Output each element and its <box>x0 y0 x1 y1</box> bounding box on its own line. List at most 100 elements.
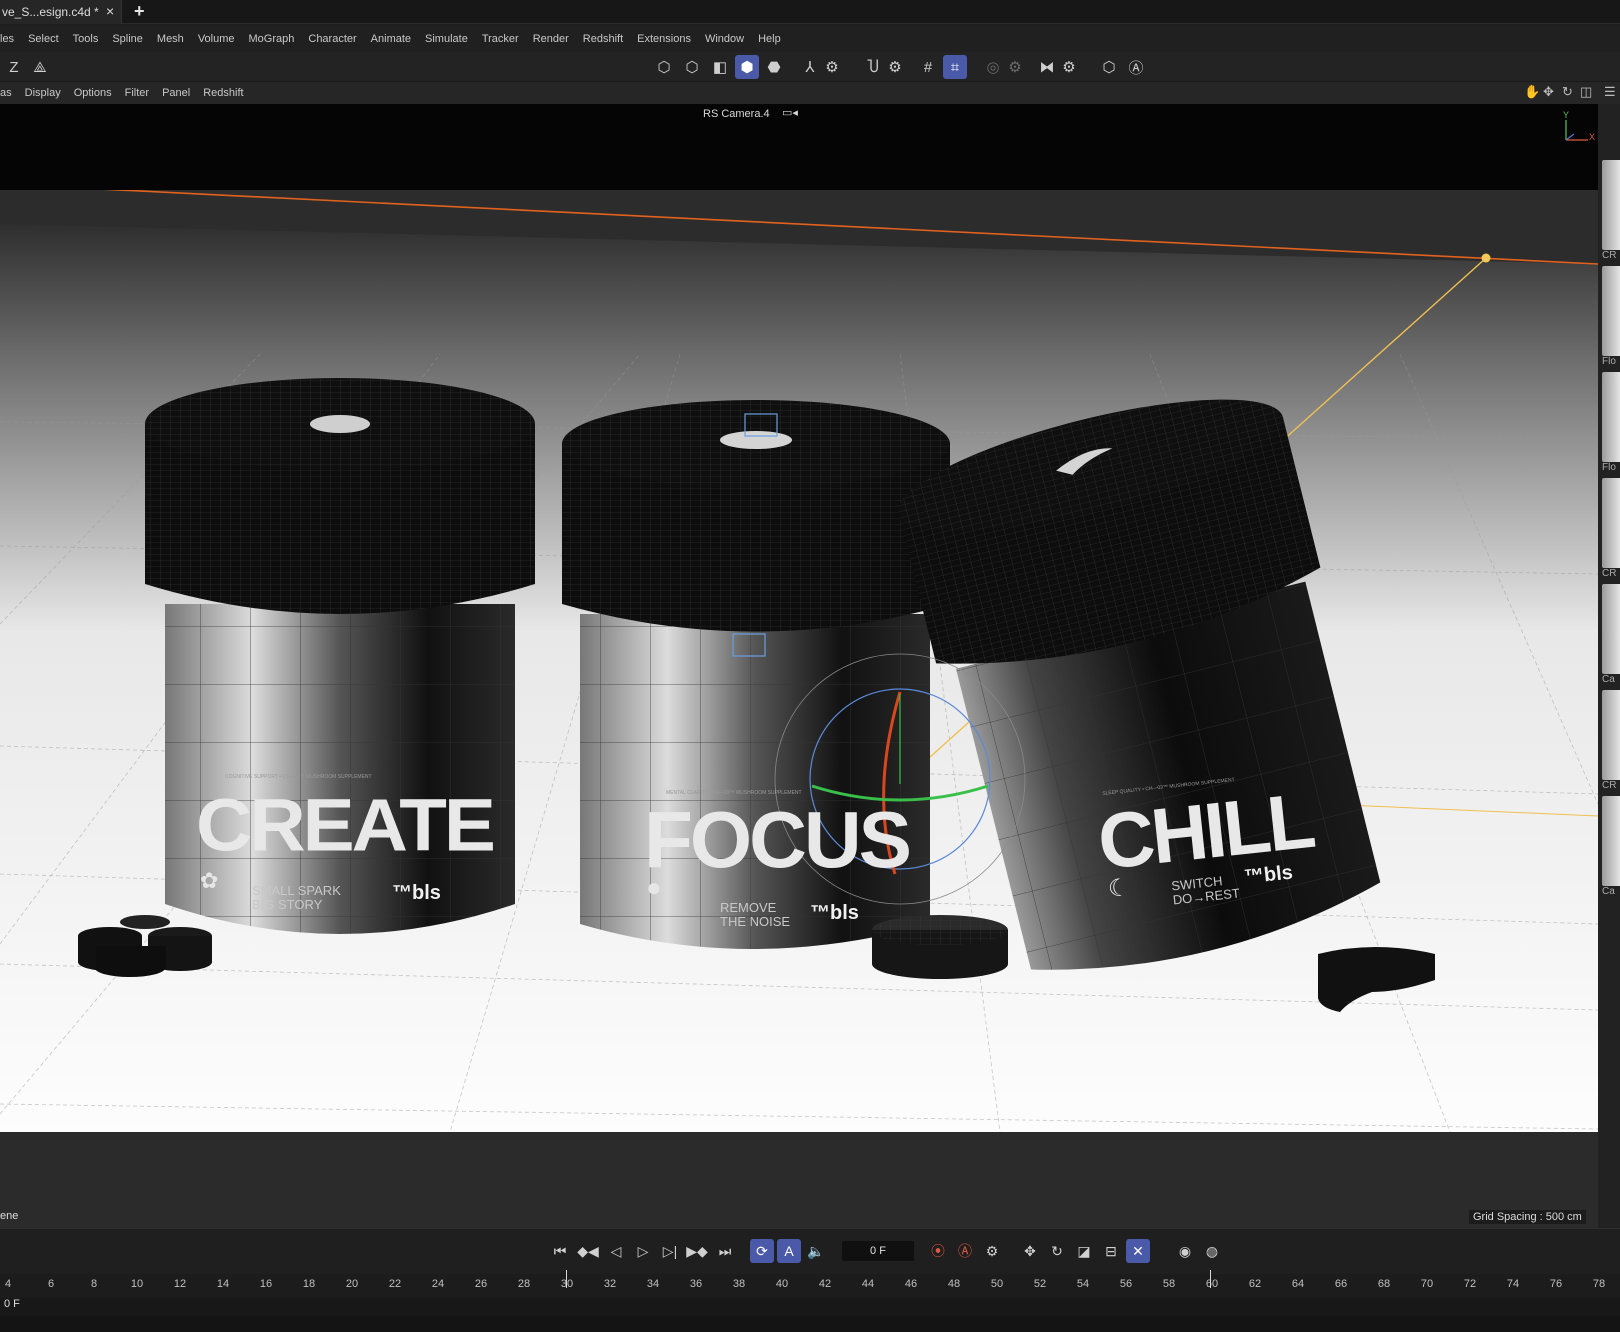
ruler-tick: 64 <box>1291 1278 1305 1290</box>
menu-simulate[interactable]: Simulate <box>425 33 468 45</box>
key-scale-icon[interactable]: ◪ <box>1072 1239 1096 1263</box>
axis-mode-icon[interactable]: ⅄ <box>798 55 822 79</box>
material-label: Ca <box>1602 674 1615 685</box>
menu-redshift[interactable]: Redshift <box>583 33 623 45</box>
scene-label: ene <box>0 1210 19 1222</box>
record-icon[interactable]: ⦿ <box>926 1239 950 1263</box>
autokey-icon[interactable]: Ⓐ <box>953 1239 977 1263</box>
timeline-icon[interactable]: ◍ <box>1200 1239 1224 1263</box>
3d-viewport[interactable]: COGNITIVE SUPPORT • CT—01™ MUSHROOM SUPP… <box>0 104 1598 1228</box>
menu-select[interactable]: Select <box>28 33 59 45</box>
workplane-grid-icon[interactable]: ⌗ <box>943 55 967 79</box>
viewport-menu-options[interactable]: Options <box>74 87 112 99</box>
grid-snap-icon[interactable]: # <box>916 55 940 79</box>
soft-selection-gear-icon[interactable]: ⚙ <box>1003 55 1027 79</box>
motion-system-icon[interactable]: ◉ <box>1173 1239 1197 1263</box>
material-thumb[interactable] <box>1602 478 1620 568</box>
snap-settings-gear-icon[interactable]: ⚙ <box>883 55 907 79</box>
ruler-tick: 58 <box>1162 1278 1176 1290</box>
menu-volume[interactable]: Volume <box>198 33 235 45</box>
viewport-menu-redshift[interactable]: Redshift <box>203 87 243 99</box>
material-thumb[interactable] <box>1602 266 1620 356</box>
key-param-icon[interactable]: ⊟ <box>1099 1239 1123 1263</box>
ruler-tick: 18 <box>302 1278 316 1290</box>
viewport-menu-display[interactable]: Display <box>25 87 61 99</box>
go-to-start-icon[interactable]: ⏮ <box>548 1239 572 1263</box>
menu-help[interactable]: Help <box>758 33 781 45</box>
viewport-menu-panel[interactable]: Panel <box>162 87 190 99</box>
playback-range-icon[interactable]: A <box>777 1239 801 1263</box>
loop-icon[interactable]: ⟳ <box>750 1239 774 1263</box>
ruler-tick: 46 <box>904 1278 918 1290</box>
previous-key-icon[interactable]: ◆◀ <box>576 1239 600 1263</box>
menu-tools[interactable]: Tools <box>73 33 99 45</box>
key-position-icon[interactable]: ✥ <box>1018 1239 1042 1263</box>
hamburger-menu-icon[interactable]: ☰ <box>1604 84 1616 100</box>
symmetry-icon[interactable]: ⧓ <box>1035 55 1059 79</box>
main-menu-bar: les Select Tools Spline Mesh Volume MoGr… <box>0 26 1620 52</box>
viewport-menu-filter[interactable]: Filter <box>125 87 149 99</box>
material-thumb[interactable] <box>1602 372 1620 462</box>
go-to-end-icon[interactable]: ⏭ <box>713 1239 737 1263</box>
z-axis-lock-button[interactable]: Z <box>2 55 26 79</box>
material-thumb[interactable] <box>1602 796 1620 886</box>
ruler-tick: 26 <box>474 1278 488 1290</box>
scene-render <box>0 183 1598 1228</box>
add-tab-icon[interactable]: + <box>134 1 145 22</box>
move-camera-icon[interactable]: ✥ <box>1543 84 1554 100</box>
range-start-marker[interactable] <box>566 1270 567 1288</box>
ruler-tick: 48 <box>947 1278 961 1290</box>
sound-icon[interactable]: 🔈 <box>804 1239 828 1263</box>
menu-file[interactable]: les <box>0 33 14 45</box>
maximize-view-icon[interactable]: ◫ <box>1580 84 1592 100</box>
timeline-ruler[interactable]: 4 6 8 10 12 14 16 18 20 22 24 26 28 30 3… <box>0 1274 1620 1298</box>
close-icon[interactable]: × <box>106 3 114 19</box>
menu-render[interactable]: Render <box>533 33 569 45</box>
menu-character[interactable]: Character <box>308 33 356 45</box>
play-icon[interactable]: ▷ <box>631 1239 655 1263</box>
ruler-tick: 38 <box>732 1278 746 1290</box>
menu-window[interactable]: Window <box>705 33 744 45</box>
ruler-tick: 44 <box>861 1278 875 1290</box>
menu-tracker[interactable]: Tracker <box>482 33 519 45</box>
menu-mesh[interactable]: Mesh <box>157 33 184 45</box>
soft-selection-icon[interactable]: ◎ <box>981 55 1005 79</box>
viewport-menu-cameras[interactable]: as <box>0 87 12 99</box>
key-pla-icon[interactable]: ✕ <box>1126 1239 1150 1263</box>
menu-animate[interactable]: Animate <box>371 33 411 45</box>
pan-hand-icon[interactable]: ✋ <box>1524 84 1540 100</box>
texture-mode-icon[interactable]: ⬣ <box>762 55 786 79</box>
polygons-mode-icon[interactable]: ◧ <box>708 55 732 79</box>
key-rotation-icon[interactable]: ↻ <box>1045 1239 1069 1263</box>
ruler-tick: 60 <box>1205 1278 1219 1290</box>
material-thumb[interactable] <box>1602 160 1620 250</box>
main-toolbar: Z ⟁ ⬡ ⬡ ◧ ⬢ ⬣ ⅄ ⚙ Ⴎ ⚙ # ⌗ ◎ ⚙ ⧓ ⚙ ⬡ Ⓐ <box>0 52 1620 82</box>
axis-settings-gear-icon[interactable]: ⚙ <box>820 55 844 79</box>
next-frame-icon[interactable]: ▷| <box>658 1239 682 1263</box>
create-tag-1: SMALL SPARK <box>252 883 341 898</box>
current-frame-field[interactable]: 0 F <box>842 1241 914 1261</box>
render-view-icon[interactable]: ⬡ <box>1097 55 1121 79</box>
keyframe-settings-icon[interactable]: ⚙ <box>980 1239 1004 1263</box>
model-mode-icon[interactable]: ⬢ <box>735 55 759 79</box>
menu-mograph[interactable]: MoGraph <box>249 33 295 45</box>
menu-spline[interactable]: Spline <box>112 33 143 45</box>
ruler-tick: 32 <box>603 1278 617 1290</box>
material-thumb[interactable] <box>1602 690 1620 780</box>
camera-icon[interactable]: ▭◂ <box>782 106 798 119</box>
coordinate-system-icon[interactable]: ⟁ <box>28 55 52 79</box>
focus-tagline: REMOVE THE NOISE <box>720 901 790 929</box>
material-thumb[interactable] <box>1602 584 1620 674</box>
snap-magnet-icon[interactable]: Ⴎ <box>861 55 885 79</box>
previous-frame-icon[interactable]: ◁ <box>604 1239 628 1263</box>
symmetry-gear-icon[interactable]: ⚙ <box>1057 55 1081 79</box>
document-tab[interactable]: ve_S...esign.c4d * <box>0 0 122 24</box>
create-tagline: SMALL SPARK BIG STORY <box>252 884 341 912</box>
menu-extensions[interactable]: Extensions <box>637 33 691 45</box>
edges-mode-icon[interactable]: ⬡ <box>680 55 704 79</box>
next-key-icon[interactable]: ▶◆ <box>685 1239 709 1263</box>
range-end-marker[interactable] <box>1210 1270 1211 1288</box>
points-mode-icon[interactable]: ⬡ <box>652 55 676 79</box>
rotate-camera-icon[interactable]: ↻ <box>1562 84 1573 100</box>
auto-key-icon[interactable]: Ⓐ <box>1124 55 1148 79</box>
